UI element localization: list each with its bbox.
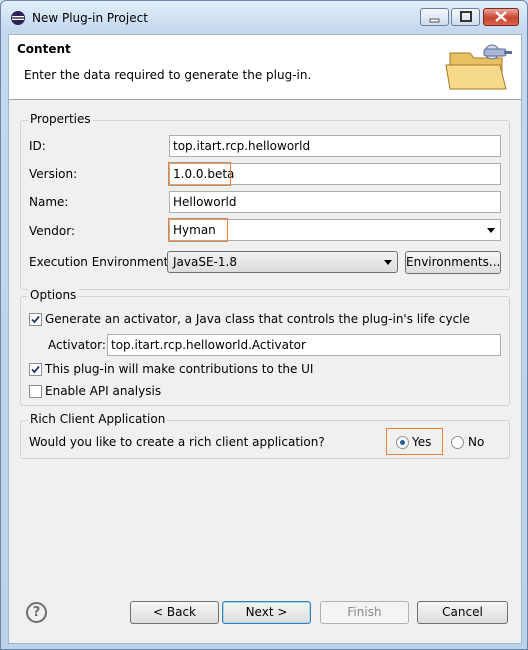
activator-field[interactable]: top.itart.rcp.helloworld.Activator	[107, 334, 501, 356]
environments-button[interactable]: Environments...	[405, 251, 501, 274]
options-group: Options Generate an activator, a Java cl…	[20, 288, 510, 406]
close-icon	[495, 11, 507, 22]
finish-button: Finish	[320, 601, 409, 624]
back-button[interactable]: < Back	[130, 601, 219, 624]
vendor-label: Vendor:	[29, 224, 75, 238]
close-button[interactable]	[483, 8, 519, 26]
help-button[interactable]: ?	[26, 602, 47, 623]
rich-client-question: Would you like to create a rich client a…	[29, 435, 325, 449]
next-button[interactable]: Next >	[222, 601, 311, 624]
vendor-value: Hyman	[173, 223, 216, 237]
version-field[interactable]: 1.0.0.beta	[169, 163, 501, 185]
generate-activator-checkbox[interactable]	[29, 313, 42, 326]
plugin-folder-icon	[445, 44, 512, 90]
maximize-icon	[460, 11, 472, 22]
execution-environment-value: JavaSE-1.8	[173, 255, 237, 269]
rich-client-group-title: Rich Client Application	[28, 412, 168, 426]
execution-environment-label: Execution Environment:	[29, 255, 173, 269]
vendor-combo[interactable]: Hyman	[169, 219, 501, 241]
generate-activator-label: Generate an activator, a Java class that…	[45, 312, 470, 326]
wizard-window: New Plug-in Project Content Enter the da…	[0, 0, 528, 650]
id-label: ID:	[29, 139, 46, 153]
rich-client-group: Rich Client Application Would you like t…	[20, 412, 510, 459]
properties-group-title: Properties	[28, 112, 93, 126]
chevron-down-icon	[487, 228, 495, 233]
ui-contributions-label: This plug-in will make contributions to …	[45, 362, 314, 376]
no-radio[interactable]	[451, 436, 464, 449]
minimize-button[interactable]	[420, 8, 449, 26]
checkmark-icon	[31, 365, 40, 374]
window-title: New Plug-in Project	[32, 11, 148, 25]
yes-radio[interactable]	[396, 436, 409, 449]
wizard-header: Content Enter the data required to gener…	[9, 35, 521, 100]
api-analysis-label: Enable API analysis	[45, 384, 162, 398]
name-field[interactable]: Helloworld	[169, 191, 501, 213]
title-bar[interactable]: New Plug-in Project	[1, 1, 527, 33]
execution-environment-combo[interactable]: JavaSE-1.8	[167, 251, 398, 273]
yes-label: Yes	[412, 435, 432, 449]
page-title: Content	[17, 42, 71, 56]
maximize-button[interactable]	[451, 8, 480, 26]
ui-contributions-checkbox[interactable]	[29, 363, 42, 376]
wizard-content: Content Enter the data required to gener…	[8, 34, 522, 644]
no-label: No	[468, 435, 485, 449]
minimize-icon	[429, 18, 440, 23]
checkmark-icon	[31, 315, 40, 324]
page-description: Enter the data required to generate the …	[24, 68, 312, 82]
eclipse-icon	[11, 11, 25, 25]
cancel-button[interactable]: Cancel	[417, 601, 508, 624]
radio-selected-dot	[400, 440, 405, 445]
id-field[interactable]: top.itart.rcp.helloworld	[169, 135, 501, 157]
properties-group: Properties ID: top.itart.rcp.helloworld …	[20, 112, 510, 290]
options-group-title: Options	[28, 288, 79, 302]
activator-label: Activator:	[48, 338, 106, 352]
chevron-down-icon	[384, 260, 392, 265]
api-analysis-checkbox[interactable]	[29, 385, 42, 398]
name-label: Name:	[29, 195, 69, 209]
version-label: Version:	[29, 167, 78, 181]
